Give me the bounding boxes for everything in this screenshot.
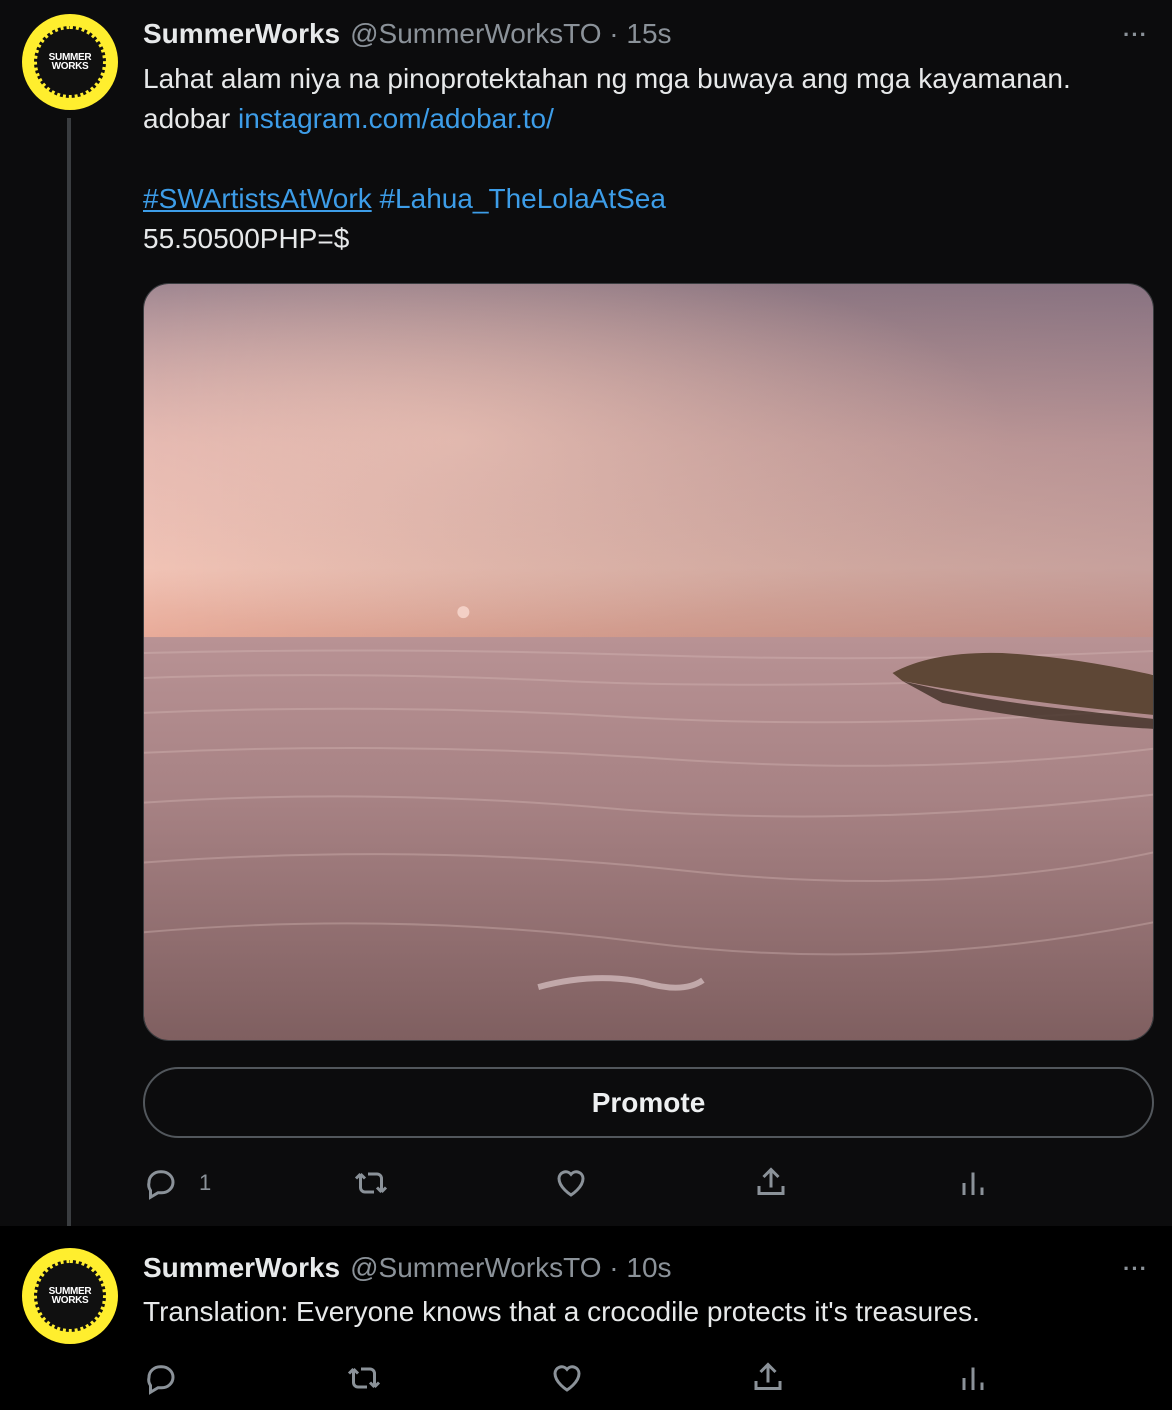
avatar[interactable]: SUMMER WORKS — [22, 14, 118, 110]
retweet-button[interactable] — [353, 1158, 389, 1208]
analytics-button[interactable] — [955, 1158, 991, 1208]
share-button[interactable] — [750, 1353, 786, 1403]
heart-icon — [553, 1365, 581, 1392]
avatar-logo-text: SUMMER WORKS — [48, 52, 92, 72]
retweet-icon — [354, 1172, 388, 1194]
comment-icon — [147, 1170, 175, 1200]
tweet-actions — [143, 1353, 1043, 1403]
comment-icon — [147, 1365, 175, 1395]
promote-button[interactable]: Promote — [143, 1067, 1154, 1138]
more-options-icon[interactable]: ··· — [1123, 22, 1148, 48]
tweet-text-line: 55.50500PHP=$ — [143, 223, 350, 254]
author-handle-time[interactable]: @SummerWorksTO · 15s — [350, 18, 671, 50]
tweet-actions: 1 — [143, 1158, 1043, 1208]
share-button[interactable] — [753, 1158, 789, 1208]
reply-count: 1 — [199, 1170, 212, 1195]
like-button[interactable] — [553, 1158, 589, 1208]
tweet-text: Translation: Everyone knows that a croco… — [143, 1296, 980, 1327]
share-icon — [757, 1167, 785, 1195]
tweet[interactable]: SUMMER WORKS SummerWorks @SummerWorksTO … — [0, 0, 1172, 1240]
avatar-logo-text: SUMMER WORKS — [48, 1286, 92, 1306]
tweet-text-line: adobar instagram.com/adobar.to/ — [143, 99, 554, 139]
tweet-media-image[interactable] — [143, 283, 1154, 1041]
tweet-header: SummerWorks @SummerWorksTO · 10s — [143, 1251, 672, 1285]
retweet-button[interactable] — [346, 1353, 382, 1403]
reply-button[interactable]: 1 — [143, 1158, 211, 1208]
share-icon — [754, 1362, 782, 1390]
analytics-icon — [962, 1172, 984, 1195]
avatar-logo: SUMMER WORKS — [34, 1260, 106, 1332]
sea-sunset-image — [144, 284, 1153, 1040]
author-handle-time[interactable]: @SummerWorksTO · 10s — [350, 1252, 671, 1284]
thread-connector — [67, 118, 71, 1240]
analytics-button[interactable] — [955, 1353, 991, 1403]
reply-button[interactable] — [143, 1353, 179, 1403]
tweet-text-line: Lahat alam niya na pinoprotektahan ng mg… — [143, 63, 1071, 94]
heart-icon — [557, 1170, 585, 1197]
more-options-icon[interactable]: ··· — [1123, 1256, 1148, 1282]
like-button[interactable] — [549, 1353, 585, 1403]
avatar-logo: SUMMER WORKS — [34, 26, 106, 98]
tweet-header: SummerWorks @SummerWorksTO · 15s — [143, 17, 672, 51]
author-name[interactable]: SummerWorks — [143, 1252, 340, 1284]
instagram-link[interactable]: instagram.com/adobar.to/ — [238, 103, 554, 134]
hashtag-link[interactable]: #Lahua_TheLolaAtSea — [379, 183, 665, 214]
retweet-icon — [347, 1367, 381, 1389]
tweet-text: adobar — [143, 103, 238, 134]
hashtag-link[interactable]: #SWArtistsAtWork — [143, 183, 372, 214]
analytics-icon — [962, 1367, 984, 1390]
avatar[interactable]: SUMMER WORKS — [22, 1248, 118, 1344]
tweet[interactable]: SUMMER WORKS SummerWorks @SummerWorksTO … — [0, 1226, 1172, 1410]
author-name[interactable]: SummerWorks — [143, 18, 340, 50]
tweet-hashtags: #SWArtistsAtWork #Lahua_TheLolaAtSea — [143, 179, 666, 219]
